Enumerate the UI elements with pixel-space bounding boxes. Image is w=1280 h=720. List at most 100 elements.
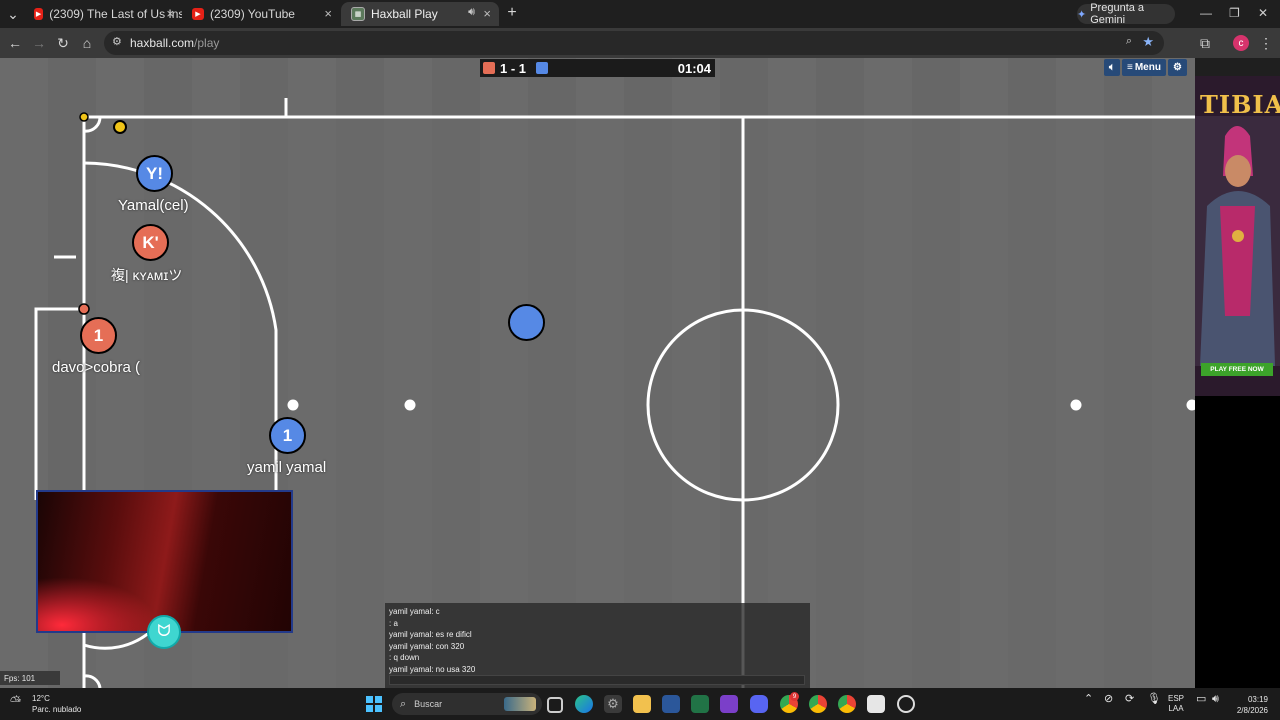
speaker-icon[interactable]: 🔊︎ — [468, 6, 475, 19]
start-windows-icon[interactable] — [366, 696, 382, 712]
menu-label: Menu — [1134, 62, 1161, 73]
gear-icon: ⚙︎ — [1172, 62, 1182, 73]
media-app-icon[interactable] — [720, 695, 738, 713]
profile-avatar[interactable]: c — [1233, 35, 1249, 51]
forward-arrow-icon[interactable]: → — [30, 34, 48, 52]
home-icon[interactable]: ⌂ — [78, 34, 96, 52]
weather-desc: Parc. nublado — [32, 705, 82, 714]
tab-youtube-last-of-us[interactable]: ▶ (2309) The Last of Us Inspired A × — [24, 2, 182, 26]
tray-chevron-icon[interactable]: ⌃ — [1084, 694, 1093, 705]
ad-character-illustration — [1195, 116, 1280, 366]
cat-face-icon: ᗢ — [147, 615, 181, 649]
tray-app-icon[interactable]: ⊘ — [1104, 694, 1113, 705]
chrome-profile-icon[interactable] — [838, 695, 856, 713]
chat-input[interactable] — [389, 675, 805, 685]
url-path: /play — [194, 36, 220, 50]
sound-toggle-button[interactable]: 🔈︎ — [1104, 59, 1120, 76]
player-disc-blue — [508, 304, 545, 341]
settings-gear-icon[interactable]: ⚙︎ — [604, 695, 622, 713]
language-indicator[interactable]: ESP LAA — [1168, 694, 1184, 714]
store-icon[interactable] — [867, 695, 885, 713]
reload-icon[interactable]: ↻ — [54, 34, 72, 52]
search-icon: ⌕ — [400, 697, 407, 710]
close-icon[interactable]: × — [166, 6, 174, 21]
url-text: haxball.com/play — [130, 36, 219, 50]
chrome-profile-icon[interactable] — [809, 695, 827, 713]
url-host: haxball.com — [130, 36, 195, 50]
gemini-sparkle-icon: ✦ — [1077, 8, 1087, 21]
bookmark-star-icon[interactable]: ★ — [1142, 34, 1154, 50]
network-icon[interactable]: ▭ — [1196, 694, 1206, 705]
toolbar: ← → ↻ ⌂ ⚙︎ haxball.com/play ⌕ ★ ⧉ c ⋮ — [0, 28, 1280, 58]
tab-title: Haxball Play — [371, 7, 438, 21]
file-explorer-icon[interactable] — [633, 695, 651, 713]
player-name: 複| ĸʏᴀᴍɪツ — [111, 267, 183, 283]
player-disc-red: K' — [132, 224, 169, 261]
back-arrow-icon[interactable]: ← — [6, 34, 24, 52]
volume-icon[interactable]: 🔊︎ — [1212, 694, 1219, 705]
tibia-ad[interactable]: TIBIA PLAY FREE NOW — [1195, 76, 1280, 396]
ad-blank-area — [1195, 396, 1280, 688]
zoom-icon[interactable]: ⌕ — [1126, 35, 1132, 48]
close-window-icon[interactable]: ✕ — [1258, 6, 1268, 20]
speaker-icon: 🔈︎ — [1109, 62, 1115, 73]
microphone-icon[interactable]: 🎙︎ — [1147, 694, 1161, 705]
system-clock[interactable]: 03:19 2/8/2026 — [1228, 694, 1268, 716]
match-timer: 01:04 — [677, 61, 711, 76]
taskbar-search[interactable]: ⌕ Buscar — [392, 693, 542, 715]
chat-line: yamil yamal: con 320 — [389, 641, 465, 651]
ad-brand: TIBIA — [1200, 90, 1280, 119]
chat-line: : a — [389, 618, 398, 628]
tray-sync-icon[interactable]: ⟳ — [1125, 694, 1134, 705]
player-name: yamil yamal — [247, 459, 327, 476]
windows-taskbar: ⛅︎ 12°C Parc. nublado ⌕ Buscar ⚙︎ 9 ⌃ ⊘ … — [0, 688, 1280, 720]
task-view-icon[interactable] — [547, 697, 563, 713]
player-name: davo>cobra ( — [52, 359, 140, 376]
minimize-icon[interactable]: — — [1200, 6, 1212, 20]
blue-team-swatch — [536, 62, 548, 74]
gemini-button[interactable]: ✦ Pregunta a Gemini — [1077, 2, 1175, 26]
address-bar[interactable]: ⚙︎ haxball.com/play ⌕ ★ — [104, 31, 1164, 55]
chat-line: : q down — [389, 653, 420, 662]
gemini-label: Pregunta a Gemini — [1090, 2, 1145, 26]
more-menu-icon[interactable]: ⋮ — [1257, 34, 1275, 52]
site-info-icon[interactable]: ⚙︎ — [112, 35, 122, 48]
clock-time: 03:19 — [1247, 695, 1268, 704]
restore-icon[interactable]: ❐ — [1229, 6, 1240, 20]
chat-messages: yamil yamal: c : a yamil yamal: es re di… — [389, 606, 475, 675]
red-team-swatch — [483, 62, 495, 74]
cloud-sun-icon: ⛅︎ — [10, 693, 22, 709]
edge-icon[interactable] — [575, 695, 593, 713]
ad-cta-button[interactable]: PLAY FREE NOW — [1201, 363, 1273, 376]
excel-icon[interactable] — [691, 695, 709, 713]
weather-widget[interactable]: ⛅︎ 12°C Parc. nublado — [10, 693, 81, 715]
youtube-icon: ▶ — [192, 8, 204, 20]
webcam-glow — [38, 577, 158, 631]
extensions-puzzle-icon[interactable]: ⧉ — [1196, 34, 1214, 52]
player-name: Yamal(cel) — [118, 197, 189, 214]
new-tab-plus-icon[interactable]: + — [503, 4, 521, 22]
chat-line: yamil yamal: no usa 320 — [389, 664, 476, 674]
tab-haxball[interactable]: ▦ Haxball Play 🔊︎ × — [341, 2, 499, 26]
app-icon[interactable] — [897, 695, 915, 713]
discord-icon[interactable] — [750, 695, 768, 713]
tab-search-chevron-icon[interactable]: ⌄ — [4, 5, 22, 23]
search-placeholder: Buscar — [414, 699, 443, 709]
player-disc-blue: Y! — [136, 155, 173, 192]
chat-line: yamil yamal: es re dificl — [389, 630, 472, 639]
youtube-icon: ▶ — [34, 8, 44, 20]
score-text: 1 - 1 — [500, 61, 527, 76]
chat-panel: yamil yamal: c : a yamil yamal: es re di… — [385, 603, 810, 688]
settings-button[interactable]: ⚙︎ — [1167, 59, 1187, 76]
close-icon[interactable]: × — [483, 6, 491, 21]
lang-bottom: LAA — [1168, 704, 1184, 713]
tab-title: (2309) The Last of Us Inspired A — [49, 7, 182, 21]
player-disc-blue: 1 — [269, 417, 306, 454]
webcam-overlay — [36, 490, 293, 633]
word-icon[interactable] — [662, 695, 680, 713]
search-highlight-icon — [504, 697, 536, 711]
menu-button[interactable]: ≡ Menu — [1122, 59, 1166, 76]
close-icon[interactable]: × — [324, 6, 332, 21]
tab-youtube[interactable]: ▶ (2309) YouTube × — [182, 2, 340, 26]
haxball-icon: ▦ — [351, 7, 365, 21]
